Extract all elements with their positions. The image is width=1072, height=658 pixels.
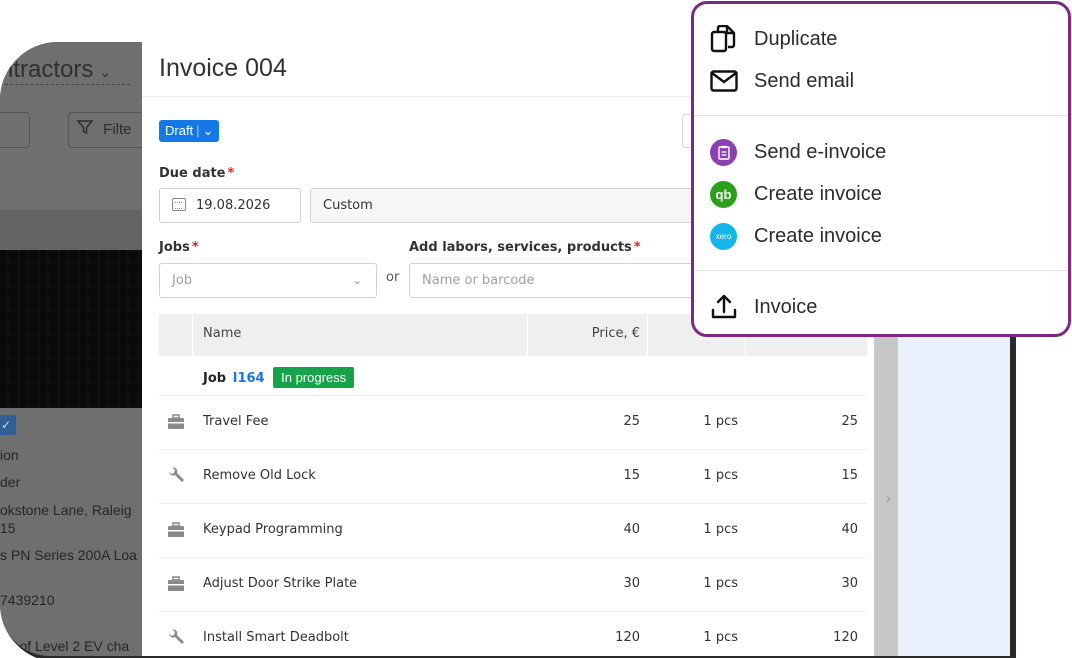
invoice-items-table: Name Price, € Job I164 In progress Trave…: [159, 314, 867, 656]
item-price: 25: [623, 414, 640, 429]
background-page-title: ntractors ⌄: [0, 56, 112, 83]
page-title: Invoice 004: [159, 54, 287, 82]
chevron-down-icon: ⌄: [202, 123, 214, 138]
job-group-label: Job I164 In progress: [203, 367, 355, 388]
item-total: 15: [841, 468, 858, 483]
add-items-label: Add labors, services, products *: [409, 240, 641, 255]
header-separator: [527, 314, 528, 356]
menu-divider: [694, 115, 1068, 116]
item-total: 30: [841, 576, 858, 591]
menu-item-label: Send email: [754, 69, 855, 92]
background-button: e: [0, 112, 30, 148]
table-row[interactable]: Install Smart Deadbolt 120 1 pcs 120: [159, 612, 867, 656]
item-qty: 1 pcs: [703, 468, 738, 483]
mail-icon: [710, 66, 744, 96]
background-text: 15: [0, 520, 16, 536]
menu-item-duplicate[interactable]: Duplicate: [694, 19, 1068, 59]
background-text: 7439210: [0, 592, 55, 608]
actions-menu: Duplicate Send email Send e-invoice qb C…: [691, 1, 1071, 337]
item-total: 40: [841, 522, 858, 537]
item-name: Travel Fee: [203, 414, 269, 429]
item-price: 30: [623, 576, 640, 591]
menu-item-send-email[interactable]: Send email: [694, 61, 1068, 101]
item-name: Remove Old Lock: [203, 468, 316, 483]
header-icon-cell: [159, 314, 193, 356]
status-badge: In progress: [273, 367, 355, 388]
jobs-select[interactable]: Job ⌄: [159, 263, 377, 298]
toolbox-icon: [167, 575, 185, 593]
title-underline: [0, 84, 130, 85]
or-text: or: [386, 270, 400, 285]
chevron-down-icon: ⌄: [99, 64, 112, 80]
chevron-right-icon[interactable]: ›: [886, 490, 891, 506]
job-group-row: Job I164 In progress: [159, 356, 867, 396]
background-text: on of Level 2 EV cha: [0, 638, 130, 654]
job-link[interactable]: I164: [233, 371, 265, 386]
filter-button: Filte: [68, 112, 148, 148]
checkbox-icon: ✓: [0, 415, 16, 435]
add-items-input[interactable]: Name or barcode: [409, 263, 729, 298]
toolbox-icon: [167, 413, 185, 431]
menu-item-label: Invoice: [754, 295, 818, 318]
menu-item-send-einvoice[interactable]: Send e-invoice: [694, 132, 1068, 172]
item-qty: 1 pcs: [703, 630, 738, 645]
item-price: 120: [615, 630, 640, 645]
menu-item-label: Send e-invoice: [754, 140, 887, 163]
item-price: 40: [623, 522, 640, 537]
item-qty: 1 pcs: [703, 522, 738, 537]
background-text: s PN Series 200A Loa: [0, 547, 137, 563]
quickbooks-icon: qb: [710, 179, 744, 209]
due-date-label: Due date *: [159, 166, 235, 181]
background-text: ion: [0, 447, 19, 463]
header-separator: [647, 314, 648, 356]
item-total: 25: [841, 414, 858, 429]
item-price: 15: [623, 468, 640, 483]
table-row[interactable]: Remove Old Lock 15 1 pcs 15: [159, 450, 867, 504]
menu-item-label: Create invoice: [754, 224, 882, 247]
e-invoice-icon: [710, 137, 744, 167]
menu-item-export-invoice[interactable]: Invoice: [694, 287, 1068, 327]
xero-icon: xero: [710, 221, 744, 251]
menu-item-create-invoice-xero[interactable]: xero Create invoice: [694, 216, 1068, 256]
background-app: ntractors⌄ e Filte ✓ ion der okstone Lan…: [0, 42, 150, 656]
item-name: Adjust Door Strike Plate: [203, 576, 358, 591]
header-price: Price, €: [591, 326, 640, 341]
payment-terms-select[interactable]: Custom: [310, 188, 730, 223]
item-total: 120: [833, 630, 858, 645]
menu-item-label: Duplicate: [754, 27, 838, 50]
background-band: [0, 210, 150, 252]
item-qty: 1 pcs: [703, 576, 738, 591]
item-name: Install Smart Deadbolt: [203, 630, 349, 645]
header-name: Name: [203, 326, 242, 341]
status-dropdown[interactable]: Draft | ⌄: [159, 120, 220, 142]
menu-divider: [694, 270, 1068, 271]
menu-item-label: Create invoice: [754, 182, 882, 205]
jobs-label: Jobs *: [159, 240, 199, 255]
toolbox-icon: [167, 521, 185, 539]
upload-icon: [710, 292, 744, 322]
wrench-icon: [167, 629, 185, 647]
chevron-down-icon: ⌄: [352, 274, 362, 287]
table-row[interactable]: Keypad Programming 40 1 pcs 40: [159, 504, 867, 558]
table-row[interactable]: Adjust Door Strike Plate 30 1 pcs 30: [159, 558, 867, 612]
background-text: okstone Lane, Raleig: [0, 502, 132, 518]
electrical-panel-photo: [0, 250, 150, 408]
menu-item-create-invoice-quickbooks[interactable]: qb Create invoice: [694, 174, 1068, 214]
wrench-icon: [167, 467, 185, 485]
table-row[interactable]: Travel Fee 25 1 pcs 25: [159, 396, 867, 450]
item-qty: 1 pcs: [703, 414, 738, 429]
due-date-input[interactable]: 19.08.2026: [159, 188, 301, 223]
calendar-icon: [172, 198, 186, 211]
background-text: der: [0, 474, 21, 490]
filter-icon: [76, 120, 97, 138]
copy-icon: [710, 24, 744, 54]
item-name: Keypad Programming: [203, 522, 343, 537]
